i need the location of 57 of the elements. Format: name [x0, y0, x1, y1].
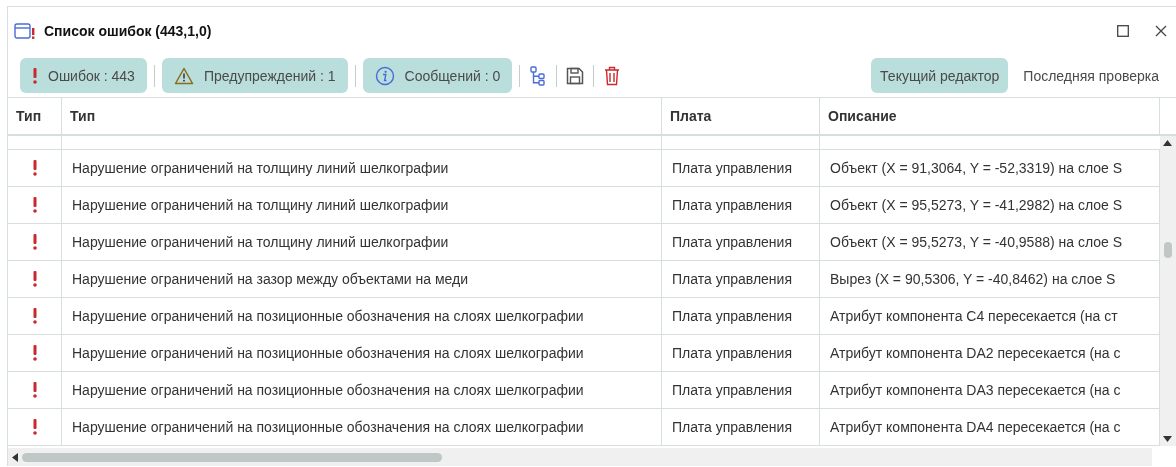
table-cell: Плата управления — [662, 224, 820, 261]
table-cell: Нарушение ограничений на позиционные обозначения на слоях шелкографии — [62, 335, 662, 372]
tree-icon — [530, 65, 547, 86]
table-cell: Объект (X = 95,5273, Y = -41,2982) на слое S — [820, 187, 1160, 224]
table-cell: Плата управления — [662, 298, 820, 335]
exclamation-icon — [31, 382, 38, 398]
table-cell: Объект (X = 91,3064, Y = -52,3319) на слое S — [820, 150, 1160, 187]
table-cell: Плата управления — [662, 150, 820, 187]
exclamation-icon — [31, 197, 38, 213]
scroll-up-icon[interactable] — [1163, 140, 1172, 146]
table-cell: Вырез (X = 90,5306, Y = -40,8462) на слое S — [820, 261, 1160, 298]
scroll-down-icon[interactable] — [1163, 436, 1172, 442]
table-cell: Атрибут компонента DA3 пересекается (на с — [820, 372, 1160, 409]
scrollbar-thumb[interactable] — [22, 452, 442, 462]
table-cell: Нарушение ограничений на толщину линий шелкографии — [62, 187, 662, 224]
table-cell: Объект (X = 95,5273, Y = -40,9588) на слое S — [820, 224, 1160, 261]
scroll-left-icon[interactable] — [12, 452, 18, 462]
table-cell: Нарушение ограничений на зазор между объектами на меди — [62, 261, 662, 298]
table-cell: Нарушение ограничений на толщину линий шелкографии — [62, 224, 662, 261]
exclamation-icon — [31, 234, 38, 250]
filter-button[interactable]: Сообщений : 0 — [362, 58, 513, 93]
table-cell: Плата управления — [662, 335, 820, 372]
horizontal-scrollbar[interactable] — [8, 448, 1152, 466]
trash-icon — [604, 65, 621, 86]
vertical-scrollbar[interactable] — [1160, 136, 1176, 446]
table-cell: Нарушение ограничений на толщину линий шелкографии — [62, 150, 662, 187]
window-icon — [14, 21, 36, 40]
exclamation-icon — [31, 308, 38, 324]
column-header[interactable]: Тип — [62, 97, 662, 136]
exclamation-icon — [31, 419, 38, 435]
view-tab[interactable]: Последняя проверка — [1014, 58, 1168, 93]
window-title: Список ошибок (443,1,0) — [44, 22, 213, 39]
view-tab[interactable]: Текущий редактор — [871, 58, 1009, 93]
table-cell: Плата управления — [662, 261, 820, 298]
exclamation-icon — [31, 345, 38, 361]
table-cell: Атрибут компонента DA4 пересекается (на с — [820, 409, 1160, 446]
exclamation-icon — [32, 67, 38, 84]
close-icon — [1155, 24, 1167, 37]
exclamation-icon — [31, 271, 38, 287]
table-cell: Плата управления — [662, 187, 820, 224]
table-cell: Плата управления — [662, 409, 820, 446]
filter-button[interactable]: Ошибок : 443 — [20, 58, 147, 93]
column-header[interactable]: Плата — [662, 97, 820, 136]
scrollbar-thumb[interactable] — [1164, 242, 1172, 258]
exclamation-icon — [31, 160, 38, 176]
table-cell: Атрибут компонента DA2 пересекается (на с — [820, 335, 1160, 372]
column-header[interactable]: Описание — [820, 97, 1160, 136]
table-cell: Нарушение ограничений на позиционные обозначения на слоях шелкографии — [62, 409, 662, 446]
table-cell: Нарушение ограничений на позиционные обозначения на слоях шелкографии — [62, 298, 662, 335]
table-cell: Плата управления — [662, 372, 820, 409]
table-cell: Нарушение ограничений на позиционные обозначения на слоях шелкографии — [62, 372, 662, 409]
maximize-icon — [1117, 24, 1129, 37]
warning-icon — [173, 66, 194, 85]
filter-button[interactable]: Предупреждений : 1 — [161, 58, 348, 93]
column-header[interactable]: Тип — [8, 97, 62, 136]
info-icon — [374, 65, 395, 86]
table-cell: Атрибут компонента C4 пересекается (на ст — [820, 298, 1160, 335]
